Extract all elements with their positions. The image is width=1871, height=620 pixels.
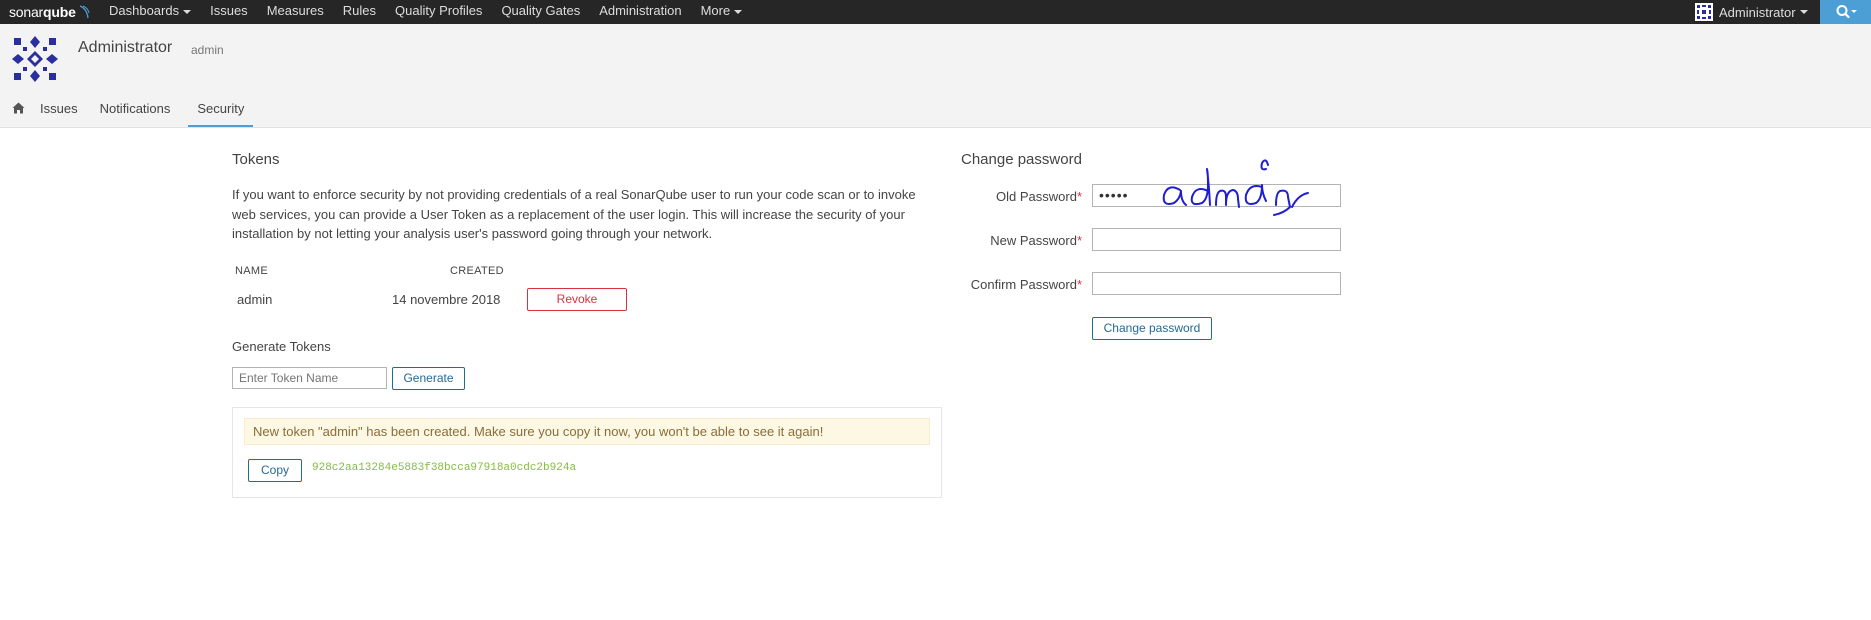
generate-tokens-title: Generate Tokens: [232, 339, 331, 354]
account-header: Administrator admin Issues Notifications…: [0, 24, 1871, 128]
account-login: admin: [191, 43, 224, 57]
logo-text-sonar: sonar: [9, 4, 44, 20]
nav-quality-gates[interactable]: Quality Gates: [501, 0, 580, 24]
old-password-label: Old Password*: [962, 189, 1082, 204]
tokens-column-name: NAME: [235, 265, 268, 277]
tokens-description: If you want to enforce security by not p…: [232, 187, 916, 241]
nav-administration[interactable]: Administration: [599, 0, 681, 24]
required-mark: *: [1076, 277, 1082, 292]
old-password-label-text: Old Password: [996, 189, 1077, 204]
nav-rules[interactable]: Rules: [343, 0, 376, 24]
user-menu-label: Administrator: [1719, 4, 1796, 20]
nav-dashboards[interactable]: Dashboards: [109, 0, 192, 24]
change-password-button[interactable]: Change password: [1092, 317, 1212, 340]
token-created-alert: New token "admin" has been created. Make…: [244, 418, 930, 445]
chevron-down-icon: [734, 9, 743, 14]
top-navbar: sonar qube Dashboards Issues Measures Rul…: [0, 0, 1871, 24]
account-name: Administrator: [78, 39, 173, 56]
logo-text-qube: qube: [43, 4, 76, 20]
token-value[interactable]: 928c2aa13284e5883f38bcca97918a0cdc2b924a: [312, 462, 576, 474]
copy-button[interactable]: Copy: [248, 459, 302, 482]
change-password-title: Change password: [961, 151, 1082, 168]
user-menu[interactable]: Administrator: [1695, 0, 1808, 24]
user-avatar-icon: [1695, 3, 1713, 21]
token-name-input[interactable]: [232, 367, 387, 389]
tab-home[interactable]: [0, 94, 37, 125]
confirm-password-field[interactable]: [1092, 272, 1341, 295]
generate-button[interactable]: Generate: [392, 367, 465, 390]
new-token-panel: New token "admin" has been created. Make…: [232, 407, 942, 498]
tab-security[interactable]: Security: [188, 94, 254, 127]
new-password-label: New Password*: [962, 233, 1082, 248]
chevron-down-icon: [1799, 10, 1808, 14]
required-mark: *: [1076, 189, 1082, 204]
token-row-name: admin: [237, 292, 273, 307]
confirm-password-label: Confirm Password*: [962, 277, 1082, 292]
tokens-column-created: CREATED: [450, 265, 504, 277]
sonarqube-logo[interactable]: sonar qube: [9, 3, 90, 21]
handwritten-annotation: [1162, 159, 1309, 216]
tab-issues[interactable]: Issues: [37, 94, 87, 125]
new-password-label-text: New Password: [990, 233, 1077, 248]
nav-dashboards-label: Dashboards: [109, 3, 180, 18]
revoke-button[interactable]: Revoke: [527, 288, 627, 311]
chevron-down-icon: [183, 9, 192, 14]
nav-more-label: More: [700, 3, 731, 18]
nav-more[interactable]: More: [701, 0, 743, 24]
nav-issues[interactable]: Issues: [210, 0, 248, 24]
old-password-value: •••••: [1099, 187, 1129, 203]
tokens-title: Tokens: [232, 151, 280, 168]
nav-quality-profiles[interactable]: Quality Profiles: [395, 0, 482, 24]
required-mark: *: [1076, 233, 1082, 248]
account-avatar: [10, 34, 60, 84]
logo-wave-icon: [79, 5, 90, 19]
home-icon: [12, 102, 25, 114]
tab-notifications[interactable]: Notifications: [87, 94, 180, 125]
token-row-created: 14 novembre 2018: [392, 292, 501, 307]
confirm-password-label-text: Confirm Password: [970, 277, 1077, 292]
nav-measures[interactable]: Measures: [267, 0, 324, 24]
search-button[interactable]: [1820, 0, 1871, 24]
main-nav: Dashboards Issues Measures Rules Quality…: [109, 0, 761, 24]
new-password-field[interactable]: [1092, 228, 1341, 251]
account-tabs: Issues Notifications Security: [0, 94, 254, 127]
search-icon: [1836, 5, 1857, 19]
